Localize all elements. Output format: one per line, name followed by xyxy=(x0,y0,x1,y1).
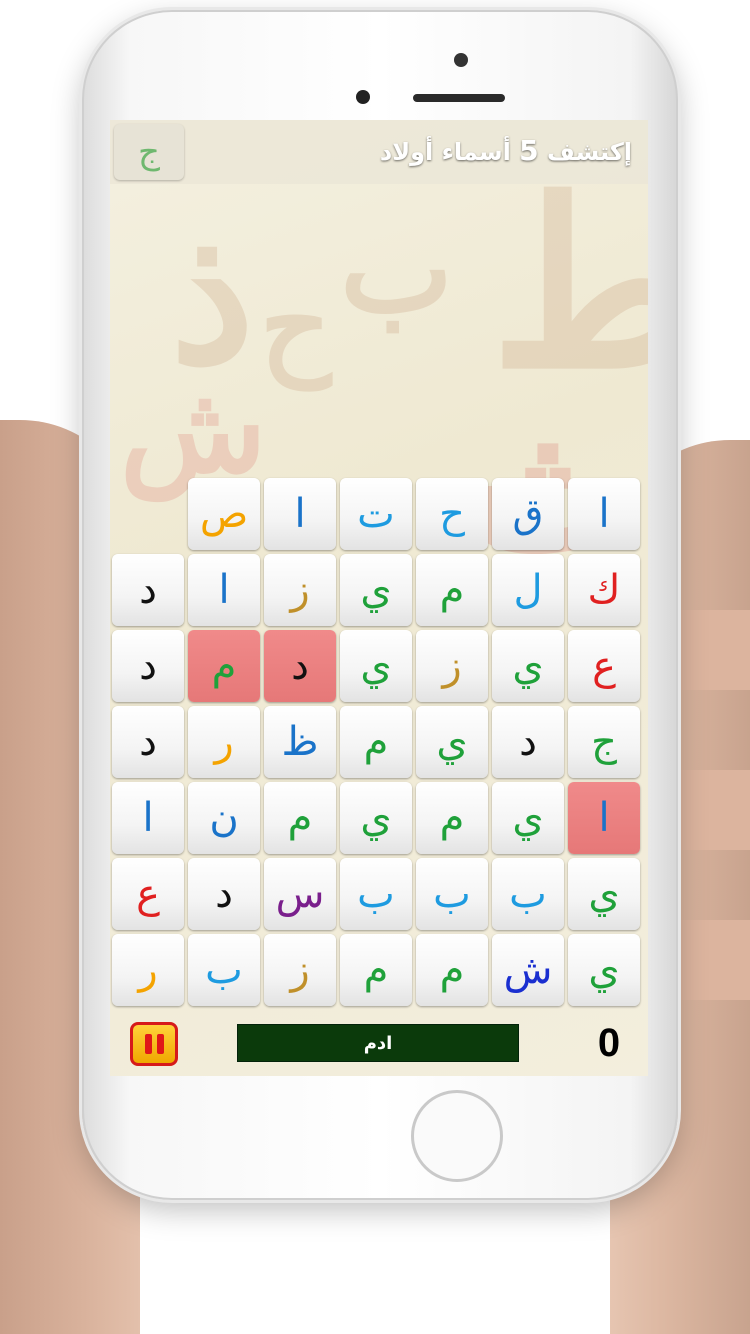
letter-tile[interactable]: ي xyxy=(492,630,564,702)
letter-tile[interactable]: س xyxy=(264,858,336,930)
letter-tile[interactable]: ع xyxy=(112,858,184,930)
header-bar: ج إكتشف 5 أسماء أولاد xyxy=(110,120,648,184)
letter-tile[interactable]: ن xyxy=(188,782,260,854)
letter-tile[interactable]: م xyxy=(340,934,412,1006)
letter-tile[interactable]: ا xyxy=(188,554,260,626)
current-word-display: ادم xyxy=(237,1024,519,1062)
letter-tile[interactable]: م xyxy=(416,554,488,626)
letter-tile[interactable]: ا xyxy=(568,478,640,550)
title-prefix: إكتشف xyxy=(547,138,632,166)
letter-tile[interactable]: ر xyxy=(112,934,184,1006)
letter-tile[interactable]: ب xyxy=(492,858,564,930)
hint-button[interactable]: ج xyxy=(114,124,184,180)
letter-tile[interactable]: ج xyxy=(568,706,640,778)
letter-tile[interactable]: ل xyxy=(492,554,564,626)
letter-tile[interactable]: ب xyxy=(416,858,488,930)
front-camera xyxy=(454,53,468,67)
letter-tile[interactable]: د xyxy=(112,706,184,778)
letter-tile[interactable]: ز xyxy=(264,934,336,1006)
home-button[interactable] xyxy=(411,1090,503,1182)
letter-tile[interactable]: م xyxy=(416,934,488,1006)
score-counter: 0 xyxy=(597,1021,621,1065)
letter-tile[interactable]: ي xyxy=(568,934,640,1006)
letter-tile[interactable]: ب xyxy=(340,858,412,930)
title-suffix: أسماء أولاد xyxy=(379,138,511,166)
letter-tile[interactable]: ي xyxy=(568,858,640,930)
letter-grid: اقحتاصكلميزادعيزيدمدجديمظردايميمنايبببسد… xyxy=(110,478,648,1012)
background-letter: ب xyxy=(340,199,453,340)
letter-tile[interactable]: ي xyxy=(340,630,412,702)
letter-tile[interactable]: ا xyxy=(568,782,640,854)
letter-tile[interactable]: م xyxy=(416,782,488,854)
pause-icon xyxy=(144,1034,152,1054)
letter-tile[interactable]: ز xyxy=(416,630,488,702)
game-screen: ذ ط ث ب ش ح ج إكتشف 5 أسماء أولاد اقحتاص… xyxy=(110,120,648,1076)
letter-tile[interactable]: د xyxy=(112,554,184,626)
earpiece-speaker xyxy=(413,94,505,102)
letter-tile[interactable]: ر xyxy=(188,706,260,778)
letter-tile[interactable]: ص xyxy=(188,478,260,550)
letter-tile[interactable]: ي xyxy=(492,782,564,854)
letter-tile[interactable]: ي xyxy=(340,782,412,854)
title-count: 5 xyxy=(519,134,539,167)
letter-tile[interactable]: ا xyxy=(112,782,184,854)
letter-tile[interactable]: د xyxy=(264,630,336,702)
page-title: إكتشف 5 أسماء أولاد xyxy=(380,134,632,167)
letter-tile[interactable]: ش xyxy=(492,934,564,1006)
background-letter: ح xyxy=(260,260,332,389)
letter-tile[interactable]: م xyxy=(264,782,336,854)
pause-icon xyxy=(156,1034,164,1054)
letter-tile[interactable]: ح xyxy=(416,478,488,550)
proximity-sensor xyxy=(356,90,370,104)
pause-button[interactable] xyxy=(130,1022,178,1066)
footer-bar: ادم 0 xyxy=(110,1018,648,1076)
letter-tile[interactable]: م xyxy=(340,706,412,778)
letter-tile[interactable]: ي xyxy=(416,706,488,778)
letter-tile[interactable]: د xyxy=(492,706,564,778)
letter-tile[interactable]: ت xyxy=(340,478,412,550)
letter-tile[interactable]: ا xyxy=(264,478,336,550)
letter-tile[interactable]: ك xyxy=(568,554,640,626)
letter-tile[interactable]: ق xyxy=(492,478,564,550)
letter-tile[interactable]: ظ xyxy=(264,706,336,778)
letter-tile[interactable]: ب xyxy=(188,934,260,1006)
letter-tile[interactable]: م xyxy=(188,630,260,702)
background-letter: ش xyxy=(120,359,267,500)
letter-tile[interactable]: د xyxy=(188,858,260,930)
letter-tile[interactable]: ي xyxy=(340,554,412,626)
letter-tile[interactable]: ز xyxy=(264,554,336,626)
letter-tile[interactable]: ع xyxy=(568,630,640,702)
letter-tile[interactable]: د xyxy=(112,630,184,702)
